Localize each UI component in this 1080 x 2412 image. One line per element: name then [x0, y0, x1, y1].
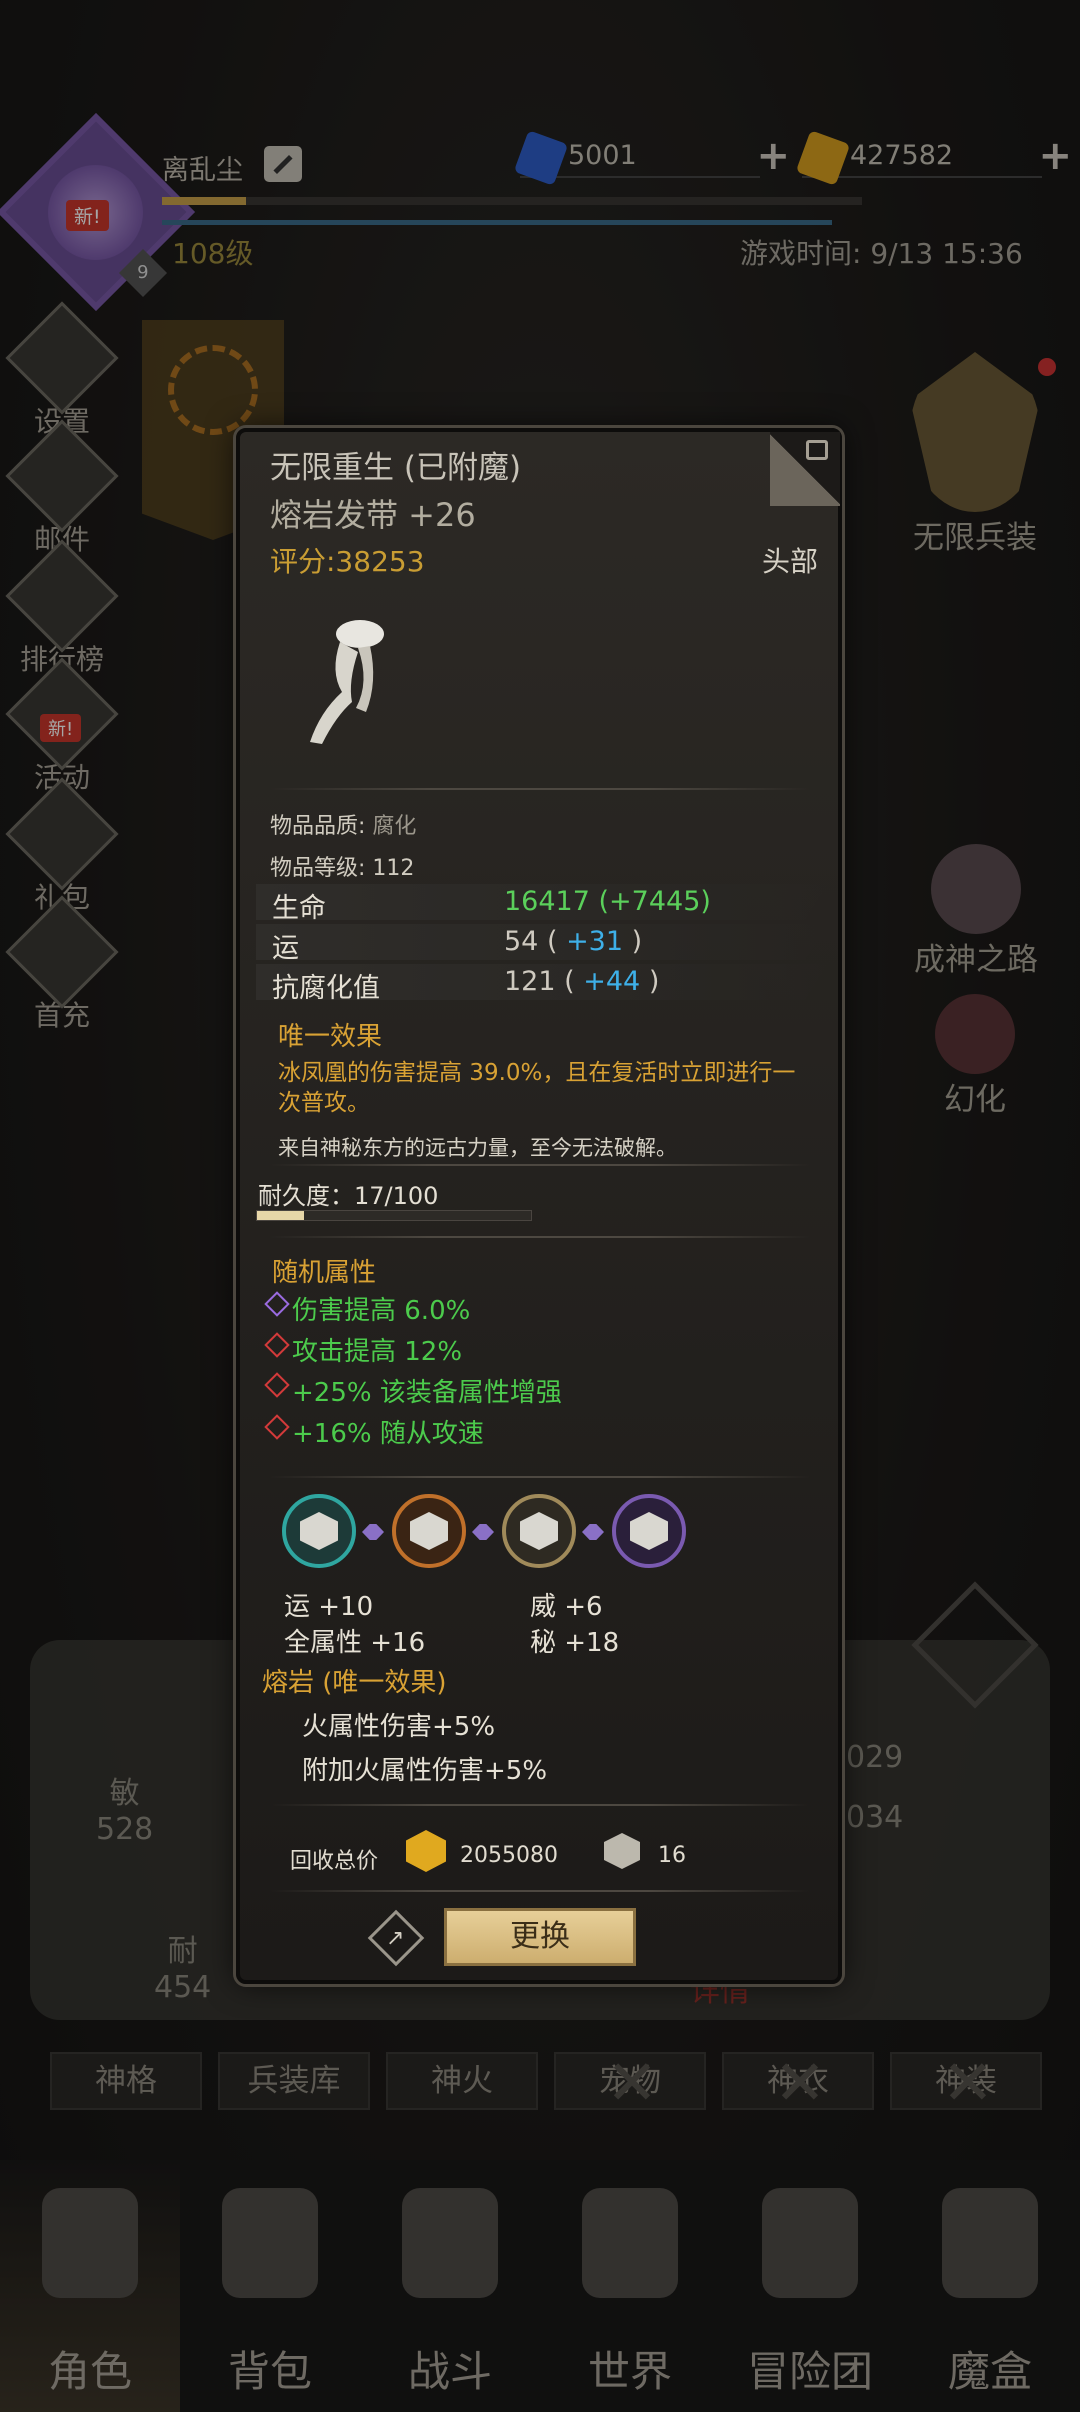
gem-socket[interactable]	[612, 1494, 686, 1568]
gem-stat: 运 +10	[284, 1592, 374, 1622]
divider	[270, 1476, 810, 1478]
stat-value: 121 ( +44 )	[504, 966, 660, 997]
share-icon: ↗	[386, 1926, 405, 1951]
item-name: 熔岩发带 +26	[270, 496, 476, 534]
divider	[270, 1804, 810, 1806]
random-attrs-heading: 随机属性	[272, 1258, 377, 1288]
gem-icon	[520, 1512, 558, 1550]
item-lore: 来自神秘东方的远古力量，至今无法破解。	[278, 1136, 677, 1160]
set-effect-line: 附加火属性伤害+5%	[302, 1756, 548, 1786]
lock-icon[interactable]	[806, 440, 828, 460]
quality-row: 物品品质: 腐化	[270, 808, 416, 840]
headband-icon	[310, 620, 384, 744]
gem-icon	[630, 1512, 668, 1550]
item-level-label: 物品等级:	[270, 856, 366, 881]
random-attr: 攻击提高 12%	[292, 1337, 463, 1367]
set-effect-heading: 熔岩 (唯一效果)	[262, 1668, 447, 1698]
divider	[270, 788, 810, 790]
stat-row-luck: 运 54 ( +31 )	[256, 924, 828, 960]
corner-fold	[770, 432, 840, 506]
stat-name: 抗腐化值	[272, 973, 380, 1004]
stat-name: 生命	[272, 893, 326, 924]
quality-label: 物品品质:	[270, 814, 366, 839]
durability-fill	[257, 1211, 304, 1220]
swap-button[interactable]: 更换	[444, 1908, 636, 1966]
set-effect-line: 火属性伤害+5%	[302, 1712, 496, 1742]
stat-row-life: 生命 16417 (+7445)	[256, 884, 828, 920]
recycle-label: 回收总价	[290, 1849, 379, 1874]
gem-stat: 威 +6	[530, 1592, 603, 1622]
divider	[270, 1164, 810, 1166]
item-score: 评分:38253	[270, 545, 425, 578]
gem-stat: 秘 +18	[530, 1628, 620, 1658]
gem-icon	[410, 1512, 448, 1550]
gem-icon	[300, 1512, 338, 1550]
gem-socket[interactable]	[282, 1494, 356, 1568]
stat-name: 运	[272, 933, 299, 964]
gem-stat: 全属性 +16	[284, 1628, 426, 1658]
divider	[270, 1236, 810, 1238]
recycle-gold-value: 2055080	[460, 1843, 558, 1868]
gem-socket[interactable]	[392, 1494, 466, 1568]
stat-value: 16417 (+7445)	[504, 886, 711, 917]
durability-label: 耐久度：17/100	[258, 1182, 439, 1210]
item-level-value: 112	[372, 856, 415, 881]
stat-row-anti-corruption: 抗腐化值 121 ( +44 )	[256, 964, 828, 1000]
item-title: 无限重生 (已附魔)	[270, 450, 522, 486]
random-attr: 伤害提高 6.0%	[292, 1296, 471, 1326]
random-attr: +25% 该装备属性增强	[292, 1378, 562, 1408]
unique-effect-description: 冰凤凰的伤害提高 39.0%，且在复活时立即进行一次普攻。	[278, 1060, 796, 1116]
item-level-row: 物品等级: 112	[270, 850, 414, 882]
quality-value: 腐化	[372, 814, 417, 839]
divider	[270, 1890, 810, 1892]
item-slot: 头部	[762, 545, 819, 578]
stat-value: 54 ( +31 )	[504, 926, 643, 957]
random-attr: +16% 随从攻速	[292, 1419, 484, 1449]
durability-bar	[256, 1210, 532, 1221]
recycle-shard-value: 16	[658, 1843, 686, 1868]
gem-socket[interactable]	[502, 1494, 576, 1568]
unique-effect-heading: 唯一效果	[278, 1022, 383, 1052]
